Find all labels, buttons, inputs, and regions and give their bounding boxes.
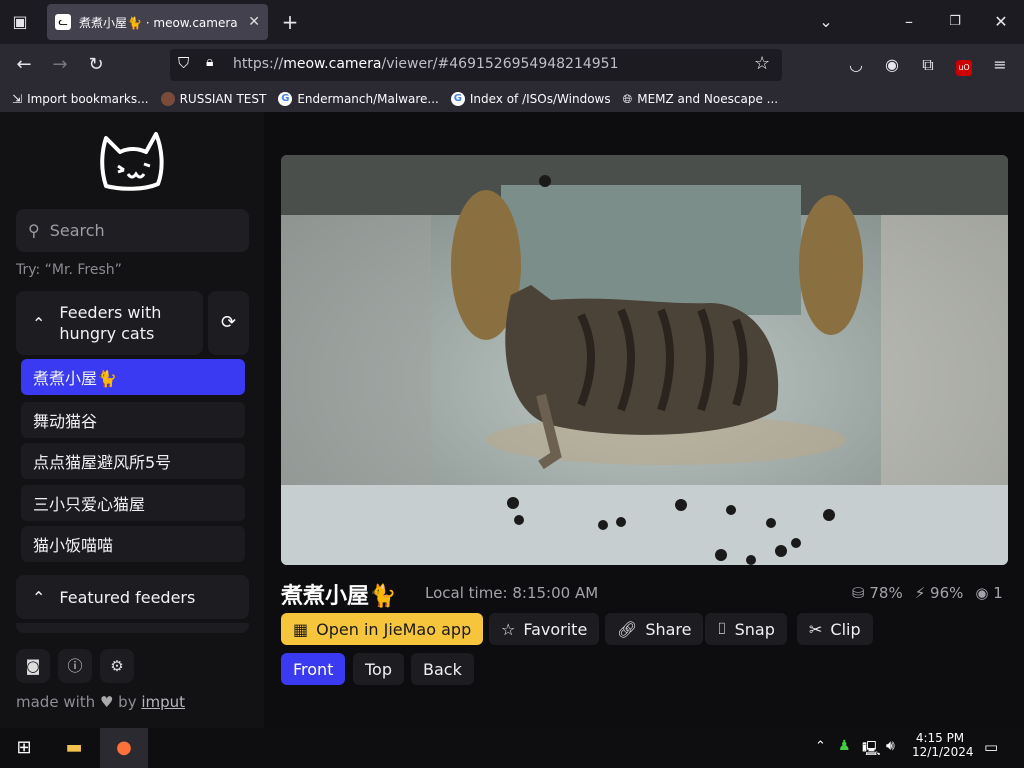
chevron-up-icon: ⌃ [32, 313, 46, 333]
feeder-item[interactable]: 猫小饭喵喵 [21, 526, 245, 562]
clock[interactable]: 4:15 PM 12/1/2024 [912, 731, 974, 759]
battery-stat: ⚡︎ 96% [914, 584, 964, 602]
cat-favicon-icon: ᓚ [55, 14, 71, 30]
bookmark-star-icon[interactable]: ☆ [754, 53, 770, 74]
google-icon: G [278, 92, 293, 106]
gear-icon: ⚙ [110, 657, 124, 675]
close-window-icon[interactable]: ✕ [987, 8, 1015, 36]
clip-button[interactable]: ✂ Clip [797, 613, 873, 645]
browser-tab-bar: ▣ ᓚ 煮煮小屋🐈 · meow.camera ✕ + ⌄ – ❐ ✕ [0, 0, 1024, 44]
cat-logo-icon[interactable] [98, 128, 168, 192]
shield-icon[interactable]: ⛉ [178, 54, 189, 72]
feeder-item[interactable]: 三小只爱心猫屋 [21, 485, 245, 521]
scissors-icon: ✂ [809, 619, 823, 639]
open-app-button[interactable]: ▦ Open in JieMao app [281, 613, 484, 645]
feeder-item[interactable]: 煮煮小屋🐈 [21, 359, 245, 395]
page-content: ⚲ Search Try: “Mr. Fresh” ⌃ Feeders with… [0, 112, 1024, 728]
bookmark-item[interactable]: G Endermanch/Malware... [278, 92, 439, 106]
search-input[interactable]: ⚲ Search [16, 209, 249, 252]
account-icon[interactable]: ◉ [878, 51, 906, 79]
globe-icon: 🌐︎ [622, 91, 633, 106]
site-icon [160, 92, 175, 106]
bookmark-item[interactable]: ⇲ Import bookmarks... [12, 92, 149, 106]
back-icon[interactable]: ← [10, 51, 38, 79]
tray-chevron-icon[interactable]: ⌃ [815, 739, 826, 754]
file-explorer-icon[interactable]: ▬ [50, 728, 98, 768]
new-tab-icon[interactable]: + [276, 8, 304, 36]
viewers-stat: ◉ 1 [975, 584, 1003, 602]
bolt-icon: ⚡︎ [914, 584, 926, 602]
reload-icon[interactable]: ↻ [82, 51, 110, 79]
settings-button[interactable]: ⚙ [100, 649, 134, 683]
browser-nav-bar: ← → ↻ ⛉ 🔒︎ https://meow.camera/viewer/#4… [0, 44, 1024, 86]
notifications-icon[interactable]: ▭ [984, 738, 998, 756]
windows-taskbar: ⊞ ▬ ● ⌃ ♟ 🖳 🔊︎ 4:15 PM 12/1/2024 ▭ [0, 728, 1024, 768]
star-icon: ☆ [501, 619, 516, 639]
view-top-button[interactable]: Top [353, 653, 404, 685]
info-button[interactable]: ⓘ [58, 649, 92, 683]
tray-app-icon[interactable]: ♟ [838, 738, 851, 754]
food-stat: ⛁ 78% [852, 584, 903, 602]
camera-stats: ⛁ 78% ⚡︎ 96% ◉ 1 [852, 584, 1003, 602]
search-hint: Try: “Mr. Fresh” [16, 262, 122, 278]
refresh-button[interactable]: ⟳ [208, 291, 249, 355]
discord-icon: ◙ [25, 657, 41, 675]
close-tab-icon[interactable]: ✕ [248, 14, 260, 30]
qr-icon: ▦ [293, 619, 309, 639]
volume-icon[interactable]: 🔊︎ [886, 738, 895, 754]
sidebar: ⚲ Search Try: “Mr. Fresh” ⌃ Feeders with… [0, 112, 264, 728]
import-icon: ⇲ [12, 92, 23, 106]
address-bar[interactable]: ⛉ 🔒︎ https://meow.camera/viewer/#4691526… [170, 49, 782, 81]
camera-feed[interactable] [281, 155, 1008, 565]
network-icon[interactable]: 🖳 [862, 738, 881, 762]
firefox-icon[interactable]: ● [100, 728, 148, 768]
featured-group-header[interactable]: ⌃ Featured feeders [16, 575, 249, 619]
bookmarks-bar: ⇲ Import bookmarks... RUSSIAN TEST G Ender… [0, 86, 1024, 112]
feeder-item[interactable]: 舞动猫谷 [21, 402, 245, 438]
url-text: https://meow.camera/viewer/#469152695494… [233, 56, 619, 72]
share-button[interactable]: 🔗︎ Share [605, 613, 704, 645]
windows-start-icon[interactable]: ⊞ [0, 728, 48, 768]
ublock-icon[interactable]: uO [950, 51, 978, 79]
tab-list-icon[interactable]: ▣ [6, 8, 34, 36]
discord-button[interactable]: ◙ [16, 649, 50, 683]
menu-icon[interactable]: ≡ [986, 51, 1014, 79]
refresh-icon: ⟳ [220, 312, 237, 333]
bookmark-item[interactable]: RUSSIAN TEST [160, 92, 266, 106]
restore-icon[interactable]: ❐ [941, 8, 969, 36]
snap-button[interactable]: ⌷ Snap [705, 613, 787, 645]
link-icon: 🔗︎ [617, 619, 638, 639]
heart-icon: ♥ [99, 693, 114, 711]
chevron-up-icon: ⌃ [32, 587, 46, 607]
info-icon: ⓘ [67, 657, 83, 675]
view-back-button[interactable]: Back [411, 653, 474, 685]
lock-icon[interactable]: 🔒︎ [206, 54, 213, 70]
forward-icon[interactable]: → [46, 51, 74, 79]
food-bag-icon: ⛁ [852, 584, 865, 602]
hungry-cats-group-header[interactable]: ⌃ Feeders with hungry cats [16, 291, 203, 355]
camera-title: 煮煮小屋🐈 [281, 584, 397, 609]
camera-icon: ⌷ [717, 619, 727, 638]
extensions-icon[interactable]: ⧉ [914, 51, 942, 79]
view-front-button[interactable]: Front [281, 653, 346, 685]
bookmark-item[interactable]: G Index of /ISOs/Windows [450, 92, 611, 106]
author-link[interactable]: imput [141, 693, 185, 711]
pocket-icon[interactable]: ◡ [842, 51, 870, 79]
search-icon: ⚲ [28, 221, 40, 240]
local-time: Local time: 8:15:00 AM [425, 584, 599, 602]
eye-icon: ◉ [975, 584, 989, 602]
chevron-down-icon[interactable]: ⌄ [812, 8, 840, 36]
tab-title: 煮煮小屋🐈 · meow.camera [79, 15, 238, 30]
bookmark-item[interactable]: 🌐︎ MEMZ and Noescape ... [623, 92, 779, 107]
browser-tab[interactable]: ᓚ 煮煮小屋🐈 · meow.camera ✕ [47, 4, 268, 40]
favorite-button[interactable]: ☆ Favorite [489, 613, 600, 645]
minimize-icon[interactable]: – [895, 8, 923, 36]
feeder-item[interactable]: 点点猫屋避风所5号 [21, 443, 245, 479]
google-icon: G [450, 92, 465, 106]
credits: made with ♥ by imput [16, 693, 186, 711]
featured-list-edge [16, 623, 249, 633]
